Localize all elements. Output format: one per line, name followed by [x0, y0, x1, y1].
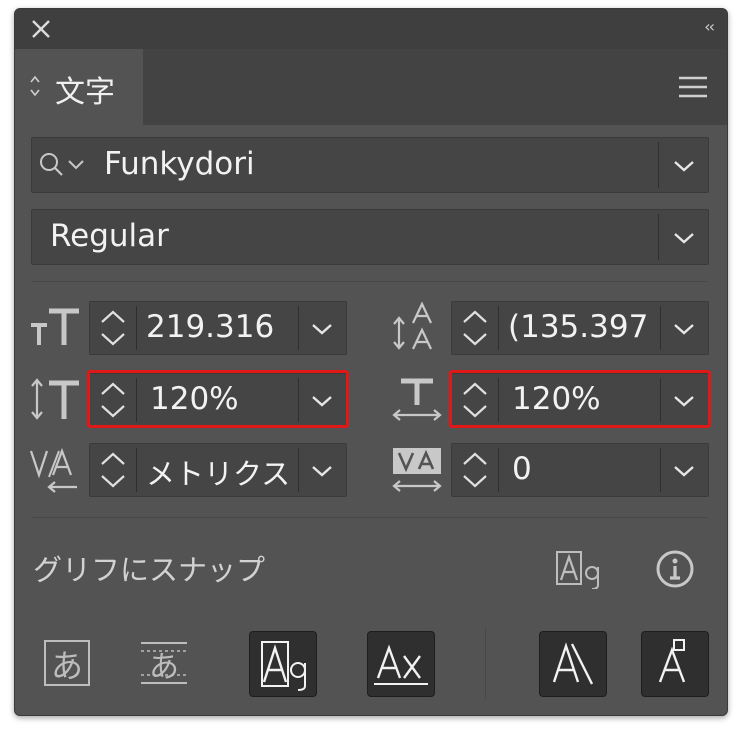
chevron-down-icon[interactable] [310, 464, 334, 478]
leading-value[interactable]: (135.397 [508, 309, 658, 345]
font-style-value: Regular [50, 218, 169, 254]
font-size-icon [31, 308, 79, 345]
angular-guides-button[interactable] [539, 631, 607, 697]
stepper-icon[interactable] [98, 306, 128, 350]
font-size-value[interactable]: 219.316 [146, 309, 296, 345]
svg-text:あ: あ [149, 650, 179, 685]
baseline-icon [374, 644, 428, 685]
snap-to-glyph-label: グリフにスナップ [33, 553, 266, 587]
tab-label: 文字 [55, 75, 115, 110]
baseline-button[interactable] [367, 631, 435, 697]
font-style-dropdown[interactable]: Regular [31, 209, 709, 265]
kerning-value[interactable]: メトリクス [146, 451, 294, 493]
search-icon [40, 153, 84, 176]
tracking-value[interactable]: 0 [512, 451, 658, 487]
highlight-vertical-scale [87, 370, 349, 428]
close-icon[interactable] [27, 15, 55, 43]
stepper-icon[interactable] [460, 306, 490, 350]
section-divider [31, 517, 707, 518]
font-size-field[interactable]: 219.316 [89, 301, 347, 355]
leading-icon [393, 301, 432, 350]
horizontal-scale-icon [392, 378, 442, 421]
chevron-down-icon[interactable] [672, 464, 696, 478]
glyph-bounds-active-icon [261, 641, 306, 691]
font-family-value: Funkydori [104, 146, 255, 182]
panel-menu-icon[interactable] [677, 75, 709, 99]
tab-strip: 文字 [15, 49, 727, 125]
kerning-icon [29, 447, 77, 493]
font-family-dropdown[interactable]: Funkydori [31, 137, 709, 193]
highlight-horizontal-scale [449, 370, 711, 428]
tracking-field[interactable]: 0 [451, 443, 709, 497]
angular-guides-icon [552, 642, 594, 685]
japanese-glyph-button[interactable]: あ [35, 631, 101, 695]
button-group-divider [485, 627, 486, 699]
stepper-icon[interactable] [98, 448, 128, 492]
anchor-point-icon [658, 639, 686, 683]
japanese-char-icon: あ [44, 640, 90, 686]
tracking-icon [392, 448, 442, 492]
glyph-bounds-icon[interactable] [555, 549, 603, 589]
chevron-down-icon[interactable] [672, 322, 696, 336]
section-divider [31, 281, 707, 282]
chevron-down-icon[interactable] [310, 322, 334, 336]
chevron-down-icon[interactable] [672, 231, 696, 245]
collapse-panel-icon[interactable]: ‹‹ [704, 17, 715, 36]
anchor-point-button[interactable] [641, 631, 709, 697]
leading-field[interactable]: (135.397 [451, 301, 709, 355]
em-box-button[interactable]: あ [131, 631, 197, 695]
panel-titlebar: ‹‹ [15, 9, 727, 49]
tab-character[interactable]: 文字 [15, 49, 143, 125]
kerning-field[interactable]: メトリクス [89, 443, 347, 497]
vertical-scale-icon [31, 378, 79, 420]
em-box-icon: あ [141, 642, 187, 685]
svg-text:あ: あ [51, 647, 83, 685]
glyph-bounds-button[interactable] [249, 631, 317, 697]
info-icon[interactable] [655, 549, 695, 589]
tab-expand-arrows-icon [30, 75, 40, 97]
character-panel: ‹‹ 文字 Funkydori Regular 219.316 (135.397… [14, 8, 728, 716]
chevron-down-icon[interactable] [672, 159, 696, 173]
stepper-icon[interactable] [460, 448, 490, 492]
